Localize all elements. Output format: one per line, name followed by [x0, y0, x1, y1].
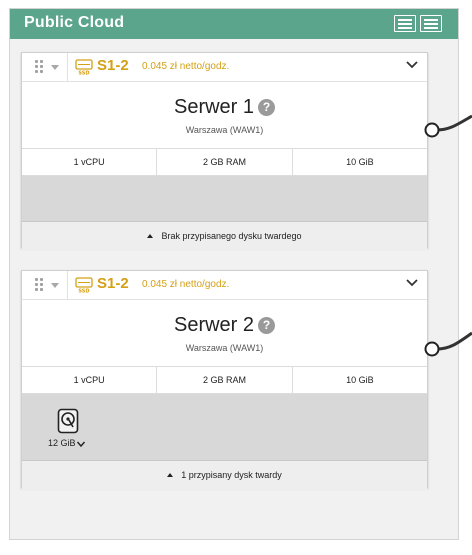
panel-header: Public Cloud	[10, 9, 458, 39]
disk-footer-label: Brak przypisanego dysku twardego	[161, 231, 302, 241]
disk-footer-toggle[interactable]: Brak przypisanego dysku twardego	[22, 222, 427, 251]
svg-text:SSD: SSD	[78, 289, 89, 294]
network-connector[interactable]	[424, 327, 472, 367]
view-list-button[interactable]	[394, 15, 416, 32]
server-specs: 1 vCPU 2 GB RAM 10 GiB	[22, 366, 427, 394]
chevron-down-icon[interactable]	[405, 58, 419, 72]
caret-down-icon[interactable]	[51, 283, 59, 288]
divider	[67, 53, 68, 81]
spec-ram: 2 GB RAM	[157, 367, 293, 393]
disk-size: 12 GiB	[48, 438, 76, 448]
server-name: Serwer 2	[173, 314, 255, 336]
drag-handle-icon[interactable]	[35, 278, 43, 292]
triangle-up-icon	[147, 234, 154, 238]
disk-drop-area[interactable]	[22, 176, 427, 222]
server-info: Serwer 1? Warszawa (WAW1)	[22, 82, 427, 148]
disk-footer-label: 1 przypisany dysk twardy	[181, 470, 282, 480]
spec-disk: 10 GiB	[346, 375, 374, 385]
spec-cpu: 1 vCPU	[22, 149, 158, 175]
server-location: Warszawa (WAW1)	[185, 343, 264, 353]
plan-name: S1-2	[97, 275, 129, 292]
spec-ram: 2 GB RAM	[157, 149, 293, 175]
network-connector[interactable]	[424, 108, 472, 148]
ssd-icon: SSD	[75, 277, 93, 293]
disk-drop-area[interactable]: 12 GiB	[22, 394, 427, 461]
chevron-down-icon[interactable]	[76, 439, 86, 449]
server-info: Serwer 2? Warszawa (WAW1)	[22, 300, 427, 366]
plan-name: S1-2	[97, 57, 129, 74]
server-title: Serwer 1?	[22, 96, 427, 119]
plan-price: 0.045 zł netto/godz.	[142, 279, 230, 290]
disk-footer-toggle[interactable]: 1 przypisany dysk twardy	[22, 461, 427, 490]
disk-tile[interactable]: 12 GiB	[46, 408, 90, 454]
caret-down-icon[interactable]	[51, 65, 59, 70]
server-specs: 1 vCPU 2 GB RAM 10 GiB	[22, 148, 427, 176]
server-card: SSD S1-2 0.045 zł netto/godz. Serwer 2? …	[21, 270, 428, 490]
triangle-up-icon	[167, 473, 174, 477]
svg-text:SSD: SSD	[78, 71, 89, 76]
spec-cpu: 1 vCPU	[22, 367, 158, 393]
hard-disk-icon	[57, 408, 79, 434]
help-icon[interactable]: ?	[258, 317, 276, 334]
card-toolbar: SSD S1-2 0.045 zł netto/godz.	[22, 53, 427, 82]
view-compact-button[interactable]	[420, 15, 442, 32]
spec-disk: 10 GiB	[346, 157, 374, 167]
card-toolbar: SSD S1-2 0.045 zł netto/godz.	[22, 271, 427, 300]
drag-handle-icon[interactable]	[35, 60, 43, 74]
help-icon[interactable]: ?	[258, 99, 276, 116]
ssd-icon: SSD	[75, 59, 93, 75]
panel-title: Public Cloud	[24, 14, 125, 31]
divider	[67, 271, 68, 299]
chevron-down-icon[interactable]	[405, 276, 419, 290]
server-card: SSD S1-2 0.045 zł netto/godz. Serwer 1? …	[21, 52, 428, 251]
server-title: Serwer 2?	[22, 314, 427, 337]
server-name: Serwer 1	[173, 96, 255, 118]
server-location: Warszawa (WAW1)	[185, 125, 264, 135]
plan-price: 0.045 zł netto/godz.	[142, 61, 230, 72]
